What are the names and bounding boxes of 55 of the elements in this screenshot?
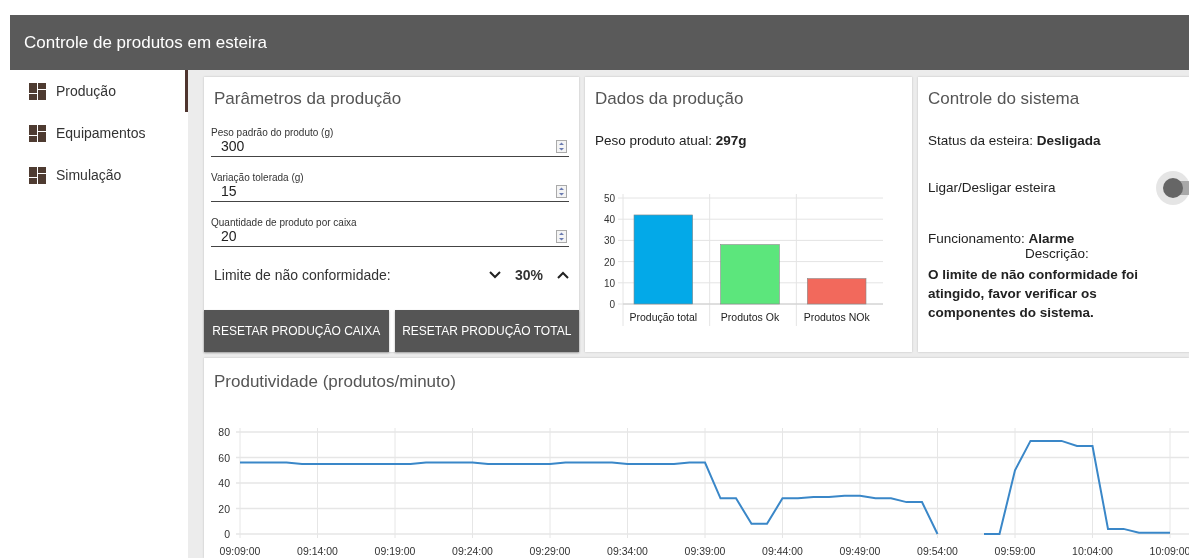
axis-tick-label: 10 [603, 277, 615, 289]
axis-tick-label: 0 [609, 299, 615, 310]
axis-tick-label: 40 [218, 477, 230, 489]
axis-tick-label: 09:24:00 [452, 545, 493, 557]
app-title: Controle de produtos em esteira [24, 32, 267, 53]
dashboard-icon [29, 82, 46, 100]
axis-category-label: Produtos NOk [803, 311, 870, 323]
axis-tick-label: 10:04:00 [1072, 545, 1113, 557]
axis-tick-label: 09:39:00 [684, 545, 726, 557]
operation-text: Funcionamento: Alarme [927, 231, 1076, 246]
reset-button[interactable]: RESETAR PRODUÇÃO CAIXA [204, 310, 389, 352]
sidebar-item[interactable]: Equipamentos [10, 112, 188, 154]
description-label: Descrição: [1024, 246, 1090, 261]
axis-tick-label: 09:49:00 [839, 545, 881, 557]
number-field[interactable]: Quantidade de produto por caixa 20 [211, 217, 569, 247]
axis-tick-label: 20 [603, 256, 615, 268]
card-title: Controle do sistema [927, 88, 1081, 109]
status-text: Status da esteira: Desligada [927, 133, 1102, 148]
axis-tick-label: 09:19:00 [374, 545, 416, 557]
axis-tick-label: 40 [603, 214, 615, 226]
axis-tick-label: 09:14:00 [297, 545, 338, 557]
axis-tick-label: 09:59:00 [994, 545, 1036, 557]
number-field[interactable]: Variação tolerada (g) 15 [211, 172, 569, 202]
axis-tick-label: 09:09:00 [219, 545, 261, 557]
number-field[interactable]: Peso padrão do produto (g) 300 [211, 127, 569, 157]
sidebar-item[interactable]: Simulação [10, 154, 188, 196]
chevron-down-icon[interactable] [488, 271, 501, 279]
chevron-up-icon[interactable] [557, 271, 569, 279]
toggle-label: Ligar/Desligar esteira [928, 180, 1056, 195]
axis-category-label: Produtos Ok [720, 311, 780, 323]
axis-tick-label: 30 [603, 235, 615, 247]
dashboard-icon [29, 124, 46, 142]
axis-tick-label: 50 [603, 193, 615, 204]
spinner-icon[interactable] [556, 139, 567, 153]
card-title: Dados da produção [594, 88, 745, 109]
card-title: Produtividade (produtos/minuto) [213, 371, 457, 392]
axis-tick-label: 09:44:00 [762, 545, 803, 557]
axis-tick-label: 60 [218, 451, 230, 464]
axis-category-label: Produção total [629, 311, 698, 323]
axis-tick-label: 80 [218, 426, 230, 438]
card-title: Parâmetros da produção [213, 88, 403, 109]
dashboard-icon [29, 166, 46, 184]
limit-value: 30% [514, 267, 543, 283]
axis-tick-label: 20 [218, 502, 230, 515]
limit-label: Limite de não conformidade: [214, 267, 392, 283]
spinner-icon[interactable] [556, 229, 567, 243]
axis-tick-label: 09:54:00 [917, 545, 958, 557]
axis-tick-label: 09:34:00 [607, 545, 648, 557]
current-weight-text: Peso produto atual: 297g [594, 133, 748, 148]
description-text: O limite de não conformidade foi atingido, favor verificar os componentes do sistema. [927, 266, 1140, 322]
reset-button[interactable]: RESETAR PRODUÇÃO TOTAL [394, 310, 579, 352]
toggle-switch[interactable] [1166, 180, 1189, 195]
spinner-icon[interactable] [556, 184, 567, 198]
axis-tick-label: 0 [224, 528, 230, 540]
axis-tick-label: 09:29:00 [529, 545, 571, 557]
